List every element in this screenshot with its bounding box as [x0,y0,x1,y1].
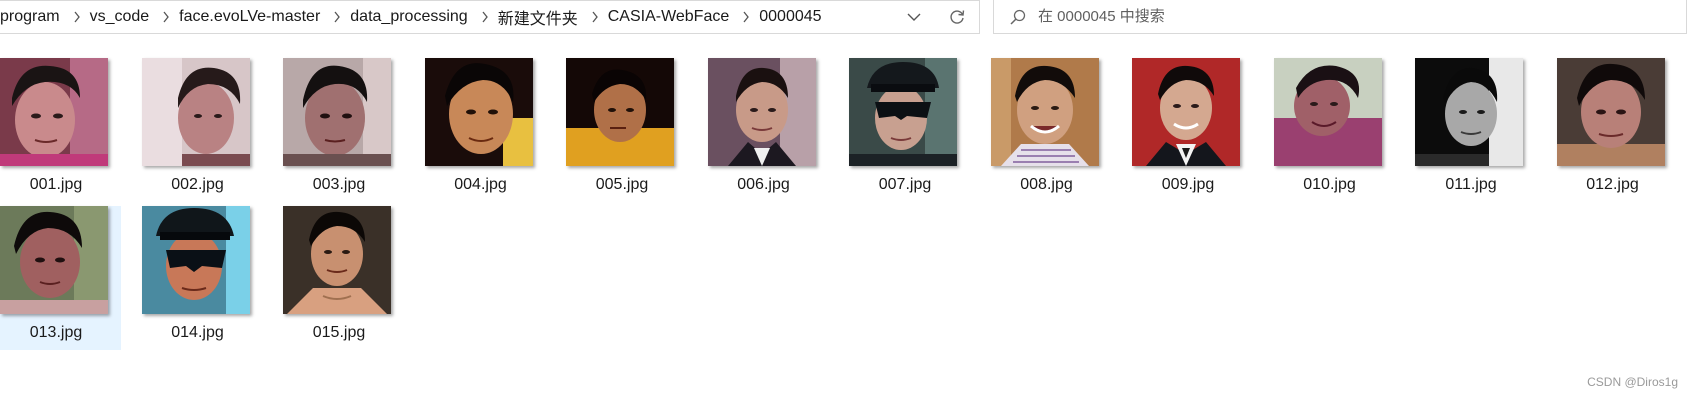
image-thumbnail [707,58,816,166]
file-item-009[interactable]: 009.jpg [1132,58,1253,202]
breadcrumb-item-0000045[interactable]: 0000045 [757,8,827,26]
image-thumbnail [141,58,250,166]
image-thumbnail [283,58,391,166]
file-item-012[interactable]: 012.jpg [1556,58,1678,202]
chevron-right-icon[interactable] [66,11,88,23]
file-item-007[interactable]: 007.jpg [849,58,970,202]
file-name: 003.jpg [312,176,366,193]
chevron-right-icon[interactable] [474,11,496,23]
file-name: 008.jpg [1020,176,1073,193]
file-item-008[interactable]: 008.jpg [990,58,1112,202]
file-name: 002.jpg [171,176,224,193]
file-name: 001.jpg [29,176,83,193]
file-name: 004.jpg [454,176,507,193]
file-name: 015.jpg [312,324,366,341]
breadcrumb-item-casia-webface[interactable]: CASIA-WebFace [606,8,736,26]
file-item-005[interactable]: 005.jpg [566,58,687,202]
chevron-right-icon[interactable] [326,11,348,23]
file-item-014[interactable]: 014.jpg [141,206,263,350]
file-name: 012.jpg [1586,176,1639,193]
file-name: 005.jpg [595,176,649,193]
breadcrumb-item-face-evolve-master[interactable]: face.evoLVe-master [177,8,326,26]
breadcrumb: program vs_code face.evoLVe-master data_… [0,1,828,33]
image-thumbnail [990,58,1099,166]
image-thumbnail [849,58,957,166]
file-item-013[interactable]: 013.jpg [0,206,121,350]
search-box[interactable] [993,0,1687,34]
breadcrumb-item-program[interactable]: program [0,8,66,26]
file-item-010[interactable]: 010.jpg [1273,58,1395,202]
file-item-006[interactable]: 006.jpg [707,58,829,202]
image-thumbnail [1132,58,1240,166]
file-item-001[interactable]: 001.jpg [0,58,121,202]
file-item-003[interactable]: 003.jpg [283,58,404,202]
image-thumbnail [566,58,674,166]
image-thumbnail [0,58,108,166]
file-name: 014.jpg [171,324,224,341]
watermark: CSDN @Diros1g [1587,375,1678,389]
address-bar[interactable]: program vs_code face.evoLVe-master data_… [0,0,980,34]
file-item-011[interactable]: 011.jpg [1415,58,1536,202]
file-grid: 001.jpg 002.jpg 003.jpg 004.jpg 005.jpg … [0,58,1692,354]
chevron-right-icon[interactable] [155,11,177,23]
breadcrumb-item-vs-code[interactable]: vs_code [88,8,156,26]
chevron-right-icon[interactable] [735,11,757,23]
image-thumbnail [1556,58,1665,166]
image-thumbnail [0,206,108,314]
file-name: 009.jpg [1161,176,1215,193]
file-item-004[interactable]: 004.jpg [424,58,546,202]
refresh-icon[interactable] [940,1,974,33]
file-name: 010.jpg [1303,176,1356,193]
file-item-015[interactable]: 015.jpg [283,206,404,350]
file-name: 011.jpg [1445,176,1497,193]
image-thumbnail [1415,58,1523,166]
breadcrumb-item-new-folder[interactable]: 新建文件夹 [496,5,584,29]
image-thumbnail [283,206,391,314]
chevron-down-icon[interactable] [897,1,931,33]
file-name: 013.jpg [29,324,83,341]
explorer-top-bar: program vs_code face.evoLVe-master data_… [0,0,1692,34]
file-name: 007.jpg [878,176,932,193]
image-thumbnail [141,206,250,314]
chevron-right-icon[interactable] [584,11,606,23]
breadcrumb-item-data-processing[interactable]: data_processing [348,8,473,26]
file-item-002[interactable]: 002.jpg [141,58,263,202]
image-thumbnail [1273,58,1382,166]
image-thumbnail [424,58,533,166]
search-icon [1008,7,1028,27]
search-input[interactable] [1038,8,1638,25]
file-name: 006.jpg [737,176,790,193]
